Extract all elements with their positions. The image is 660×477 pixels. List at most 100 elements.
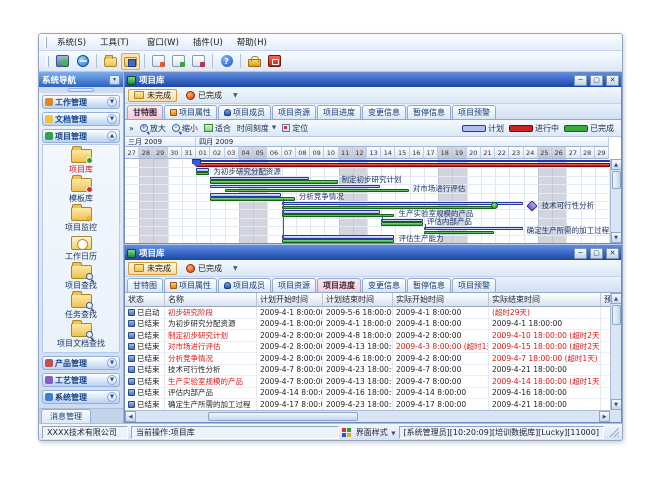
save-button[interactable] — [121, 53, 140, 70]
scrollbar-thumb[interactable] — [612, 171, 621, 189]
menu-系统[interactable]: 系统(S) — [50, 36, 93, 50]
gantt-tab-项目资源[interactable]: 项目资源 — [272, 105, 316, 119]
toolbar-more-button[interactable]: » — [129, 124, 134, 133]
table-tab-项目预警[interactable]: 项目预警 — [452, 278, 496, 292]
table-tab-变更信息[interactable]: 变更信息 — [362, 278, 406, 292]
tab-message-management[interactable]: 消息管理 — [41, 409, 91, 423]
gantt-bar-plan[interactable] — [282, 202, 523, 205]
scroll-down-icon[interactable]: ▼ — [611, 232, 622, 243]
sidebar-item-模板库[interactable]: 模板库 — [69, 178, 93, 204]
gantt-chart[interactable]: 三月 2009四月 200927282930310102030405060708… — [125, 137, 621, 243]
gantt-bar-completed[interactable] — [196, 172, 209, 175]
gantt-window-titlebar[interactable]: 项目库 ─ ▢ ✕ — [125, 73, 621, 87]
table-tab-甘特图[interactable]: 甘特图 — [127, 278, 163, 292]
menu-工具[interactable]: 工具(T) — [93, 36, 136, 50]
tab-overflow-button[interactable]: ▼ — [233, 265, 238, 272]
gantt-bar-completed[interactable] — [282, 239, 395, 242]
sidebar-item-工作日历[interactable]: 工作日历 — [65, 236, 97, 262]
gantt-tab-项目进度[interactable]: 项目进度 — [317, 105, 361, 119]
column-header-实际结束时间[interactable]: 实际结束时间 — [489, 293, 601, 307]
gantt-tab-项目属性[interactable]: 项目属性 — [164, 105, 217, 119]
gantt-bar-plan[interactable] — [210, 185, 380, 188]
table-tab-项目资源[interactable]: 项目资源 — [272, 278, 316, 292]
column-header-实际开始时间[interactable]: 实际开始时间 — [393, 293, 489, 307]
table-tab-未完成[interactable]: 未完成 — [128, 262, 177, 275]
chevron-down-icon[interactable]: ▼ — [107, 392, 117, 402]
zoom-in-button[interactable]: +放大 — [140, 123, 166, 134]
table-tab-项目属性[interactable]: 项目属性 — [164, 278, 217, 292]
sidebar-section-系统管理[interactable]: 系统管理▼ — [42, 390, 120, 404]
table-row[interactable]: 已结束分析竞争情况2009-4-2 8:00:002009-4-6 18:00:… — [125, 353, 610, 365]
menu-插件[interactable]: 插件(U) — [186, 36, 230, 50]
column-header-状态[interactable]: 状态 — [125, 293, 165, 307]
sidebar-item-任务查找[interactable]: 任务查找 — [65, 294, 97, 320]
scroll-up-icon[interactable]: ▲ — [611, 293, 622, 304]
chevron-up-icon[interactable]: ▲ — [107, 131, 117, 141]
menu-帮助[interactable]: 帮助(H) — [230, 36, 274, 50]
timescale-dropdown[interactable]: 时间刻度▼ — [237, 123, 276, 134]
sidebar-section-工作管理[interactable]: 工作管理▼ — [42, 95, 120, 109]
sidebar-section-产品管理[interactable]: 产品管理▼ — [42, 356, 120, 370]
table-tab-暂停信息[interactable]: 暂停信息 — [407, 278, 451, 292]
folder-button[interactable] — [101, 53, 120, 70]
table-row[interactable]: 已结束技术可行性分析2009-4-7 8:00:002009-4-23 18:0… — [125, 365, 610, 377]
sidebar-item-项目库[interactable]: 项目库 — [69, 149, 93, 175]
menubar-grip[interactable] — [44, 37, 47, 48]
table-tab-已完成[interactable]: 已完成 — [180, 262, 228, 275]
table-row[interactable]: 已结束为初步研究分配资源2009-4-1 8:00:002009-4-1 18:… — [125, 319, 610, 331]
gantt-tab-变更信息[interactable]: 变更信息 — [362, 105, 406, 119]
sidebar-item-项目查找[interactable]: 项目查找 — [65, 265, 97, 291]
gantt-tab-未完成[interactable]: 未完成 — [128, 89, 177, 102]
table-window-titlebar[interactable]: 项目库 ─ ▢ ✕ — [125, 246, 621, 260]
lock-button[interactable] — [245, 53, 264, 70]
toolbar-grip[interactable] — [46, 56, 49, 67]
chevron-down-icon[interactable]: ▼ — [107, 375, 117, 385]
fit-button[interactable]: 适合 — [204, 123, 231, 134]
table-row[interactable]: 已结束制定初步研究计划2009-4-2 8:00:002009-4-8 18:0… — [125, 330, 610, 342]
scroll-right-icon[interactable]: ▶ — [599, 411, 610, 422]
locate-button[interactable]: 定位 — [282, 123, 308, 134]
scroll-down-icon[interactable]: ▼ — [611, 399, 622, 410]
mail-del-button[interactable] — [189, 53, 208, 70]
gantt-tab-项目成员[interactable]: 项目成员 — [218, 105, 271, 119]
tab-overflow-button[interactable]: ▼ — [233, 92, 238, 99]
scrollbar-thumb[interactable] — [208, 412, 358, 421]
help-button[interactable]: ? — [217, 53, 236, 70]
gantt-bar-plan[interactable] — [196, 160, 610, 163]
scroll-left-icon[interactable]: ◀ — [125, 411, 136, 422]
sidebar-section-项目管理[interactable]: 项目管理▲ — [42, 129, 120, 143]
column-header-计划结束时间[interactable]: 计划结束时间 — [323, 293, 393, 307]
gantt-tab-暂停信息[interactable]: 暂停信息 — [407, 105, 451, 119]
column-header-计划开始时间[interactable]: 计划开始时间 — [257, 293, 323, 307]
minimize-button[interactable]: ─ — [574, 75, 587, 86]
table-row[interactable]: 已启动初步研究阶段2009-4-1 8:00:002009-5-6 18:00:… — [125, 307, 610, 319]
gantt-vertical-scrollbar[interactable]: ▲▼ — [610, 159, 621, 243]
table-horizontal-scrollbar[interactable]: ◀ ▶ — [125, 410, 610, 422]
exit-button[interactable] — [265, 53, 284, 70]
column-header-名称[interactable]: 名称 — [165, 293, 257, 307]
mail-open-button[interactable] — [169, 53, 188, 70]
workspace-button[interactable] — [53, 53, 72, 70]
table-tab-项目成员[interactable]: 项目成员 — [218, 278, 271, 292]
zoom-out-button[interactable]: -缩小 — [172, 123, 198, 134]
mail-new-button[interactable] — [149, 53, 168, 70]
sidebar-item-项目文档查找[interactable]: 项目文档查找 — [57, 323, 105, 349]
scroll-up-icon[interactable]: ▲ — [611, 159, 622, 170]
maximize-button[interactable]: ▢ — [590, 75, 603, 86]
close-button[interactable]: ✕ — [606, 248, 619, 259]
sidebar-section-文档管理[interactable]: 文档管理▼ — [42, 112, 120, 126]
gantt-bar-completed[interactable] — [381, 222, 423, 225]
table-row[interactable]: 已结束对市场进行评估2009-4-2 8:00:002009-4-13 18:0… — [125, 342, 610, 354]
gantt-tab-项目预警[interactable]: 项目预警 — [452, 105, 496, 119]
table-tab-项目进度[interactable]: 项目进度 — [317, 278, 361, 292]
maximize-button[interactable]: ▢ — [590, 248, 603, 259]
minimize-button[interactable]: ─ — [574, 248, 587, 259]
gantt-bar-completed[interactable] — [282, 214, 395, 217]
gantt-bar-plan[interactable] — [424, 227, 523, 230]
sidebar-collapse-button[interactable]: ▾ — [109, 75, 120, 85]
table-row[interactable]: 已结束确定生产所需的加工过程2009-4-17 8:00:002009-4-23… — [125, 399, 610, 410]
table-row[interactable]: 已结束生产实验室规模的产品2009-4-7 8:00:002009-4-13 1… — [125, 376, 610, 388]
gantt-bar-completed[interactable] — [210, 180, 337, 183]
gantt-bar-inprogress[interactable] — [196, 163, 610, 167]
close-button[interactable]: ✕ — [606, 75, 619, 86]
